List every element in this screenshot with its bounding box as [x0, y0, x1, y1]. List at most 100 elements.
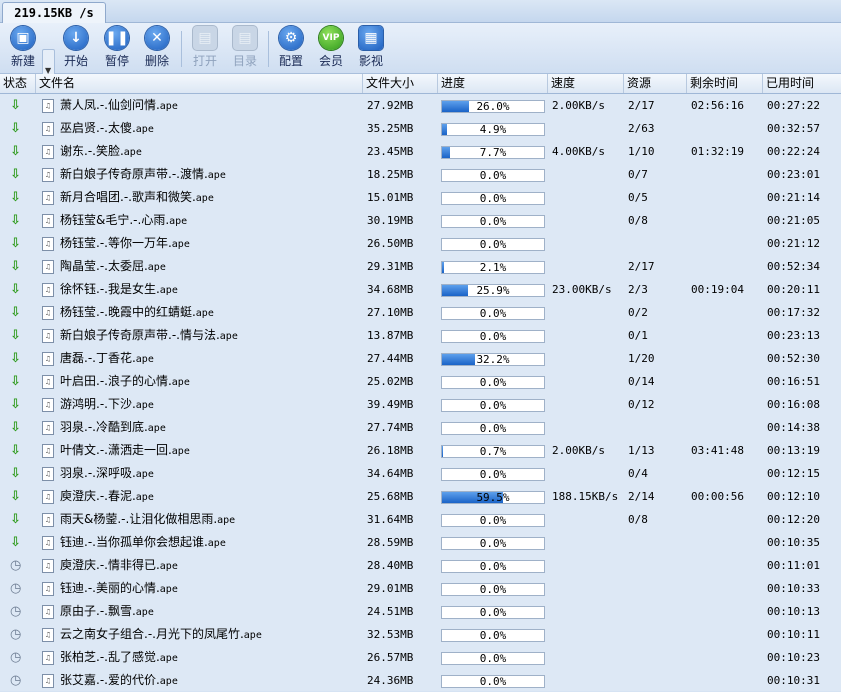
file-size: 18.25MB	[367, 168, 414, 181]
table-row[interactable]: ◷ ♫ 原由子.-.飘雪.ape 24.51MB 0.0% 00:10:13	[0, 600, 841, 623]
progress-text: 0.0%	[479, 583, 507, 596]
table-row[interactable]: ⇩ ♫ 雨天&杨蓥.-.让泪化做相思雨.ape 31.64MB 0.0% 0/8 00:12…	[0, 508, 841, 531]
table-row[interactable]: ⇩ ♫ 钰迪.-.当你孤单你会想起谁.ape 28.59MB 0.0% 00:10:35	[0, 531, 841, 554]
remaining-time	[691, 462, 761, 485]
elapsed-time: 00:12:15	[767, 467, 820, 480]
remaining-time	[691, 370, 761, 393]
progress-text: 0.0%	[479, 560, 507, 573]
table-row[interactable]: ⇩ ♫ 羽泉.-.冷酷到底.ape 27.74MB 0.0% 00:14:38	[0, 416, 841, 439]
column-status[interactable]: 状态	[0, 74, 36, 93]
start-button[interactable]: ↓ 开始	[56, 26, 96, 72]
remaining-time	[691, 117, 761, 140]
table-row[interactable]: ◷ ♫ 钰迪.-.美丽的心情.ape 29.01MB 0.0% 00:10:33	[0, 577, 841, 600]
file-size: 24.51MB	[367, 605, 414, 618]
table-row[interactable]: ◷ ♫ 云之南女子组合.-.月光下的凤尾竹.ape 32.53MB 0.0% 00:10:…	[0, 623, 841, 646]
file-extension: ape	[207, 170, 226, 181]
file-extension: ape	[135, 400, 154, 411]
file-extension: ape	[159, 653, 178, 664]
source-count: 0/14	[628, 375, 655, 388]
table-row[interactable]: ⇩ ♫ 羽泉.-.深呼吸.ape 34.64MB 0.0% 0/4 00:12:15	[0, 462, 841, 485]
download-arrow-icon: ⇩	[10, 305, 21, 320]
file-extension: ape	[159, 285, 178, 296]
elapsed-time: 00:12:20	[767, 513, 820, 526]
download-speed	[552, 416, 624, 439]
new-button-label: 新建	[10, 54, 35, 68]
source-count: 0/4	[628, 467, 648, 480]
member-button[interactable]: VIP 会员	[311, 26, 351, 72]
progress-bar: 0.0%	[441, 606, 545, 619]
column-sources[interactable]: 资源	[624, 74, 687, 93]
file-icon: ♫	[42, 582, 54, 596]
tab-bar: 219.15KB /s	[0, 0, 841, 23]
file-extension: ape	[195, 308, 214, 319]
elapsed-time: 00:21:14	[767, 191, 820, 204]
table-row[interactable]: ⇩ ♫ 新白娘子传奇原声带.-.情与法.ape 13.87MB 0.0% 0/1 00:23…	[0, 324, 841, 347]
remaining-time	[691, 255, 761, 278]
table-row[interactable]: ◷ ♫ 庾澄庆.-.情非得已.ape 28.40MB 0.0% 00:11:01	[0, 554, 841, 577]
table-row[interactable]: ⇩ ♫ 谢东.-.笑脸.ape 23.45MB 7.7% 4.00KB/s 1/10 01:3…	[0, 140, 841, 163]
column-remaining[interactable]: 剩余时间	[687, 74, 763, 93]
table-row[interactable]: ⇩ ♫ 巫启贤.-.太傻.ape 35.25MB 4.9% 2/63 00:32:57	[0, 117, 841, 140]
column-speed[interactable]: 速度	[548, 74, 624, 93]
source-count: 2/3	[628, 283, 648, 296]
clock-icon: ◷	[10, 581, 22, 596]
pause-button[interactable]: ❚❚ 暂停	[97, 26, 137, 72]
column-size[interactable]: 文件大小	[363, 74, 438, 93]
table-row[interactable]: ⇩ ♫ 萧人凤.-.仙剑问情.ape 27.92MB 26.0% 2.00KB/s 2/17…	[0, 94, 841, 117]
table-row[interactable]: ⇩ ♫ 游鸿明.-.下沙.ape 39.49MB 0.0% 0/12 00:16:08	[0, 393, 841, 416]
new-button[interactable]: ▣ 新建	[3, 26, 43, 72]
open-button[interactable]: ▤ 打开	[185, 26, 225, 72]
download-arrow-icon: ⇩	[10, 397, 21, 412]
remaining-time	[691, 669, 761, 692]
table-row[interactable]: ⇩ ♫ 徐怀钰.-.我是女生.ape 34.68MB 25.9% 23.00KB/s 2/3…	[0, 278, 841, 301]
file-name: 唐磊.-.丁香花.ape	[60, 351, 154, 365]
tab-download-speed[interactable]: 219.15KB /s	[2, 2, 106, 23]
download-arrow-icon: ⇩	[10, 98, 21, 113]
file-extension: ape	[135, 607, 154, 618]
elapsed-time: 00:52:34	[767, 260, 820, 273]
column-filename[interactable]: 文件名	[36, 74, 363, 93]
config-button[interactable]: ⚙ 配置	[271, 26, 311, 72]
file-extension: ape	[159, 584, 178, 595]
folder-button[interactable]: ▤ 目录	[225, 26, 265, 72]
delete-button[interactable]: ✕ 删除	[137, 26, 177, 72]
file-extension: ape	[159, 101, 178, 112]
table-row[interactable]: ⇩ ♫ 陶晶莹.-.太委屈.ape 29.31MB 2.1% 2/17 00:52:34	[0, 255, 841, 278]
elapsed-time: 00:10:13	[767, 605, 820, 618]
source-count: 0/2	[628, 306, 648, 319]
table-row[interactable]: ⇩ ♫ 叶倩文.-.潇洒走一回.ape 26.18MB 0.7% 2.00KB/s 1/13…	[0, 439, 841, 462]
download-speed	[552, 301, 624, 324]
download-speed	[552, 393, 624, 416]
member-button-label: 会员	[318, 54, 343, 68]
column-elapsed[interactable]: 已用时间	[763, 74, 841, 93]
table-row[interactable]: ⇩ ♫ 庾澄庆.-.春泥.ape 25.68MB 59.5% 188.15KB/s 2/14…	[0, 485, 841, 508]
source-count: 0/8	[628, 214, 648, 227]
column-progress[interactable]: 进度	[438, 74, 548, 93]
remaining-time: 00:00:56	[691, 490, 744, 503]
video-button[interactable]: ▦ 影视	[351, 26, 391, 72]
progress-bar: 0.0%	[441, 192, 545, 205]
table-row[interactable]: ⇩ ♫ 杨钰莹.-.晚霞中的红蜻蜓.ape 27.10MB 0.0% 0/2 00:17:3…	[0, 301, 841, 324]
toolbar-divider	[181, 31, 182, 67]
table-row[interactable]: ⇩ ♫ 唐磊.-.丁香花.ape 27.44MB 32.2% 1/20 00:52:30	[0, 347, 841, 370]
table-row[interactable]: ⇩ ♫ 杨钰莹&毛宁.-.心雨.ape 30.19MB 0.0% 0/8 00:21:05	[0, 209, 841, 232]
file-size: 27.44MB	[367, 352, 414, 365]
table-row[interactable]: ◷ ♫ 张柏芝.-.乱了感觉.ape 26.57MB 0.0% 00:10:23	[0, 646, 841, 669]
progress-text: 0.0%	[479, 376, 507, 389]
file-icon: ♫	[42, 214, 54, 228]
remaining-time: 00:19:04	[691, 283, 744, 296]
table-row[interactable]: ⇩ ♫ 新月合唱团.-.歌声和微笑.ape 15.01MB 0.0% 0/5 00:21:1…	[0, 186, 841, 209]
remaining-time	[691, 163, 761, 186]
progress-bar: 0.7%	[441, 445, 545, 458]
source-count	[628, 531, 686, 554]
table-row[interactable]: ◷ ♫ 张艾嘉.-.爱的代价.ape 24.36MB 0.0% 00:10:31	[0, 669, 841, 692]
progress-bar: 0.0%	[441, 399, 545, 412]
table-row[interactable]: ⇩ ♫ 新白娘子传奇原声带.-.渡情.ape 18.25MB 0.0% 0/7 00:23:…	[0, 163, 841, 186]
file-name: 徐怀钰.-.我是女生.ape	[60, 282, 178, 296]
progress-text: 2.1%	[479, 261, 507, 274]
file-size: 24.36MB	[367, 674, 414, 687]
file-icon: ♫	[42, 352, 54, 366]
table-row[interactable]: ⇩ ♫ 杨钰莹.-.等你一万年.ape 26.50MB 0.0% 00:21:12	[0, 232, 841, 255]
table-row[interactable]: ⇩ ♫ 叶启田.-.浪子的心情.ape 25.02MB 0.0% 0/14 00:16:51	[0, 370, 841, 393]
download-speed	[552, 209, 624, 232]
